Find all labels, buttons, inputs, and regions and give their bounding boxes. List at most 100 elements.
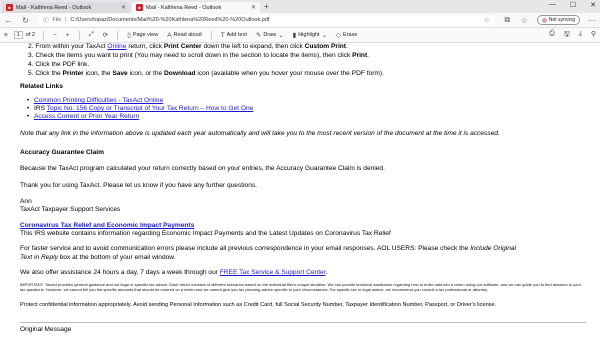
draw-label: Draw [263,32,277,38]
note-text: Note that any link in the information ab… [20,130,500,137]
list-item: Common Printing Difficulties - TaxAct On… [27,97,253,105]
tab-mail-1[interactable]: ■ Mail - Kathlena Reed - Outlook ✕ [2,2,130,13]
draw-icon: ✎ [255,32,262,39]
fit-page-icon: ⤢ [88,31,94,38]
highlight-button[interactable]: ▮ Highlight ⌄ [293,31,327,39]
original-message-label: Original Message [20,326,72,333]
star-icon[interactable]: ☆ [484,16,490,24]
related-links-list: Common Printing Difficulties - TaxAct On… [27,97,254,121]
zoom-in-button[interactable]: + [66,32,70,39]
coronavirus-link[interactable]: Coronavirus Tax Relief and Economic Impa… [20,222,194,229]
printing-difficulties-link[interactable]: Common Printing Difficulties - TaxAct On… [34,97,163,104]
page-navigator: 1 of 2 [13,31,35,39]
list-item: 3. Check the items you want to print (Yo… [28,52,369,59]
coronavirus-link-wrap: Coronavirus Tax Relief and Economic Impa… [20,222,194,230]
list-item: 5. Click the Printer icon, the Save icon… [28,70,384,77]
more-menu-icon[interactable]: ··· [588,16,596,25]
profile-avatar [541,17,547,23]
sync-label: Not syncing [548,17,575,23]
page-total: of 2 [25,32,35,38]
accuracy-text: Because the TaxAct program calculated yo… [20,165,385,172]
minimize-icon[interactable]: — [549,1,556,9]
pdf-file-icon: ■ [6,4,13,11]
divider [117,30,119,40]
list-item: IRS Topic No. 156 Copy or Transcript of … [27,105,254,113]
thanks-text: Thank you for using TaxAct. Please let u… [20,182,258,189]
read-aloud-label: Read aloud [173,32,202,38]
sync-button[interactable]: Not syncing [536,15,580,25]
window-controls: — ☐ ✕ [549,1,596,9]
page-view-icon: ▯ [127,32,131,39]
add-text-button[interactable]: T Add text [221,32,247,39]
page-view-label: Page view [132,32,159,38]
coronavirus-desc: This IRS website contains information re… [20,230,391,237]
access-return-link[interactable]: Access Current or Prior Year Return [34,113,139,120]
contents-icon[interactable]: ≡ [4,32,8,39]
close-icon[interactable]: ✕ [251,4,256,11]
accuracy-heading: Accuracy Guarantee Claim [20,149,104,156]
info-icon: ⓘ [43,18,49,24]
online-link[interactable]: Online [107,43,126,50]
close-window-icon[interactable]: ✕ [590,1,596,9]
related-links-heading: Related Links [20,83,63,90]
read-aloud-icon: A [167,31,172,39]
divider [20,322,586,323]
pdf-toolbar-actions: ⎙ 🖫 ⤓ ⚲ [549,30,596,41]
url-text: C:/Users/topaz/Documents/Mail%20-%20Kath… [70,17,270,23]
collections-icon[interactable]: ⧉ [503,15,512,25]
list-item: 4. Click the PDF link. [28,61,90,68]
eraser-icon: ◇ [336,32,342,39]
signature-name: Ann [20,198,32,205]
list-item: 2. From within your TaxAct Online return… [28,43,348,50]
disclaimer-text: IMPORTANT: TaxAct provides general guida… [20,282,581,293]
divider [78,30,80,40]
favorites-icon[interactable]: ☆ [520,16,529,25]
tab-mail-2[interactable]: ■ Mail - Kathlena Reed - Outlook ✕ [132,2,260,13]
erase-button[interactable]: ◇ Erase [336,31,357,39]
save-as-icon[interactable]: ⤓ [579,30,582,41]
pdf-file-icon: ■ [136,4,143,11]
protect-info-text: Protect confidential information appropr… [20,302,497,308]
add-text-icon: T [220,31,225,39]
pin-icon[interactable]: ⚲ [591,30,596,41]
highlight-label: Highlight [298,32,320,38]
url-field[interactable]: ⓘ File C:/Users/topaz/Documents/Mail%20-… [38,14,495,26]
support-center-link[interactable]: FREE Tax Service & Support Center [220,269,326,276]
back-arrow-icon[interactable]: ← [4,16,13,25]
zoom-out-button[interactable]: − [53,32,57,39]
chevron-down-icon: ⌄ [278,32,284,39]
divider [210,30,212,40]
tab-label: Mail - Kathlena Reed - Outlook [146,4,222,11]
read-aloud-button[interactable]: A Read aloud [167,32,201,39]
new-tab-button[interactable]: + [264,2,269,13]
assistance-text: We also offer assistance 24 hours a day,… [20,269,328,276]
pdf-toolbar: ≡ 1 of 2 − + ⤢ ⟳ ▯ Page view A Read alou… [0,28,600,43]
signature-team: TaxAct Taxpayer Support Services [20,206,121,213]
fit-page-button[interactable]: ⤢ [89,31,94,39]
file-label: File [53,17,67,23]
irs-topic-156-link[interactable]: Topic No. 156 Copy or Transcript of Your… [47,105,254,112]
faster-service-text: For faster service and to avoid communic… [20,245,517,252]
tab-label: Mail - Kathlena Reed - Outlook [16,4,92,11]
tab-bar: ■ Mail - Kathlena Reed - Outlook ✕ ■ Mai… [0,0,600,13]
print-icon[interactable]: ⎙ [549,30,555,41]
pdf-document: 2. From within your TaxAct Online return… [20,43,586,337]
divider [42,30,44,40]
highlight-icon: ▮ [292,32,297,39]
refresh-icon[interactable]: ↻ [21,16,30,25]
rotate-button[interactable]: ⟳ [103,31,108,39]
add-text-label: Add text [226,32,247,38]
faster-service-text-2: Text in Reply box at the bottom of your … [20,254,176,261]
erase-label: Erase [343,32,358,38]
save-icon[interactable]: 🖫 [564,30,570,41]
list-item: Access Current or Prior Year Return [27,113,253,121]
page-view-button[interactable]: ▯ Page view [127,31,158,39]
draw-button[interactable]: ✎ Draw ⌄ [256,31,284,39]
maximize-icon[interactable]: ☐ [570,1,576,9]
chevron-down-icon: ⌄ [321,32,328,39]
rotate-icon: ⟳ [102,32,109,39]
page-number-input[interactable]: 1 [13,31,23,39]
address-bar: ← ↻ ⓘ File C:/Users/topaz/Documents/Mail… [0,13,600,28]
steps-list: 2. From within your TaxAct Online return… [28,43,384,79]
close-icon[interactable]: ✕ [121,4,126,11]
